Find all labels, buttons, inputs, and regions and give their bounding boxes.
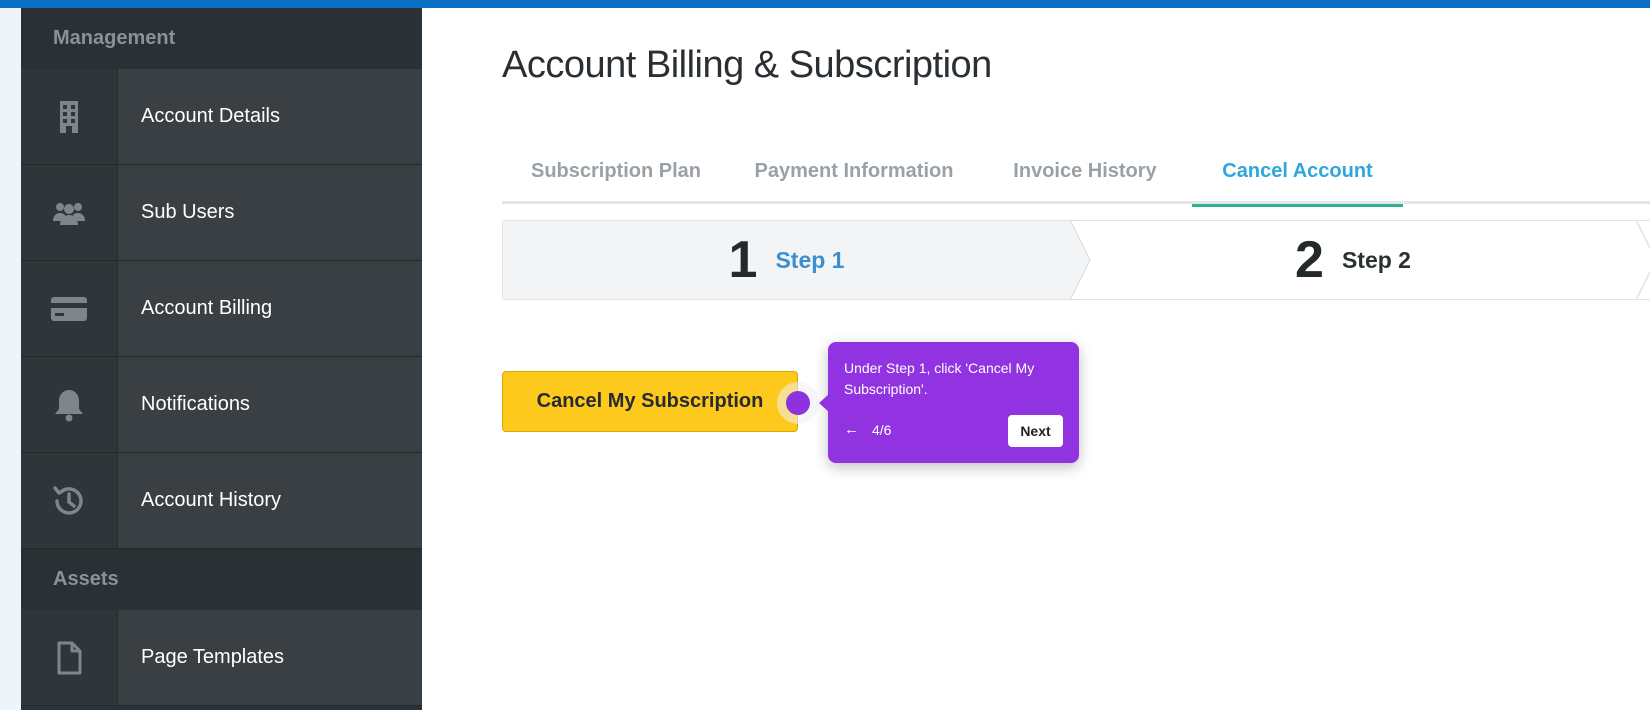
sidebar-item-account-billing[interactable]: Account Billing xyxy=(21,261,422,357)
sidebar-item-label: Page Templates xyxy=(118,610,422,705)
guide-tooltip: Under Step 1, click 'Cancel My Subscript… xyxy=(819,342,1079,463)
credit-card-icon xyxy=(21,261,118,356)
tab-subscription-plan[interactable]: Subscription Plan xyxy=(502,138,730,204)
cancel-my-subscription-button[interactable]: Cancel My Subscription xyxy=(502,371,798,432)
left-edge-strip xyxy=(0,8,21,710)
tab-payment-information[interactable]: Payment Information xyxy=(730,138,978,204)
sidebar-item-sub-users[interactable]: Sub Users xyxy=(21,165,422,261)
top-accent-bar xyxy=(0,0,1650,8)
sidebar-section-assets: Assets xyxy=(21,549,422,610)
tab-bar: Subscription Plan Payment Information In… xyxy=(502,138,1650,207)
tour-hotspot-beacon[interactable] xyxy=(786,391,810,415)
file-icon xyxy=(21,610,118,705)
sidebar-item-label: Notifications xyxy=(118,357,422,452)
sidebar-item-label: Account Billing xyxy=(118,261,422,356)
tab-cancel-account[interactable]: Cancel Account xyxy=(1192,138,1403,207)
bell-icon xyxy=(21,357,118,452)
users-icon xyxy=(21,165,118,260)
tooltip-progress: 4/6 xyxy=(872,422,892,438)
sidebar-item-account-history[interactable]: Account History xyxy=(21,453,422,549)
history-icon xyxy=(21,453,118,548)
tooltip-instruction: Under Step 1, click 'Cancel My Subscript… xyxy=(844,360,1035,397)
sidebar-item-page-templates[interactable]: Page Templates xyxy=(21,610,422,706)
page-title: Account Billing & Subscription xyxy=(502,44,992,86)
sidebar-item-label: Sub Users xyxy=(118,165,422,260)
sidebar-item-label: Account Details xyxy=(118,69,422,164)
arrow-left-icon[interactable]: ← xyxy=(844,421,859,438)
sidebar-section-management: Management xyxy=(21,8,422,69)
sidebar-item-label: Account History xyxy=(118,453,422,548)
sidebar: Management Account Details Sub Users Acc… xyxy=(21,8,422,710)
step-chevron-dividers xyxy=(1069,221,1650,299)
sidebar-item-account-details[interactable]: Account Details xyxy=(21,69,422,165)
tab-invoice-history[interactable]: Invoice History xyxy=(978,138,1192,204)
sidebar-item-notifications[interactable]: Notifications xyxy=(21,357,422,453)
building-icon xyxy=(21,69,118,164)
step-progress: 1 Step 1 2 Step 2 xyxy=(502,220,1650,300)
tooltip-next-button[interactable]: Next xyxy=(1008,415,1063,447)
